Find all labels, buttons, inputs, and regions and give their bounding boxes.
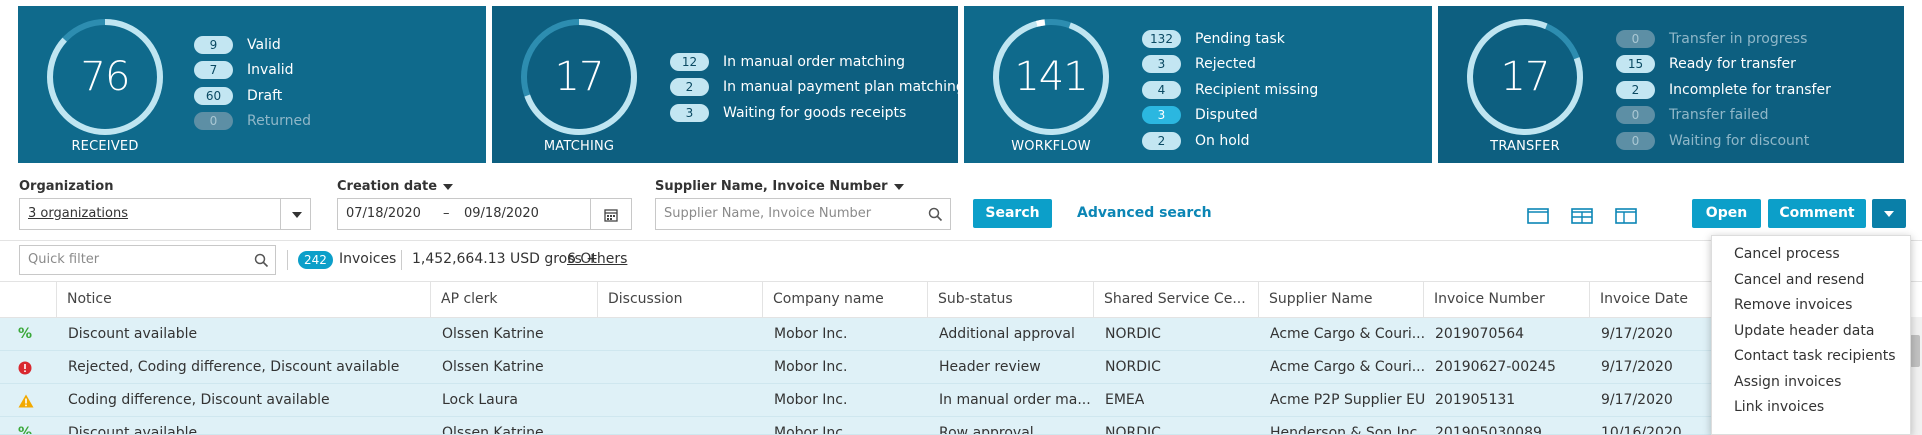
warning-icon <box>18 393 34 409</box>
menu-item-update-header-data[interactable]: Update header data <box>1734 323 1874 339</box>
caret-down-icon <box>443 183 454 190</box>
column-header-icon <box>0 281 57 317</box>
column-header-ap-clerk[interactable]: AP clerk <box>431 281 598 317</box>
stat-pending-task[interactable]: 132 Pending task <box>1142 26 1318 52</box>
error-icon <box>18 360 34 376</box>
column-header-invoice-date[interactable]: Invoice Date <box>1590 281 1730 317</box>
date-range-field[interactable]: 07/18/2020 – 09/18/2020 <box>337 198 632 230</box>
chevron-down-icon[interactable] <box>292 212 302 218</box>
menu-item-contact-task-recipients[interactable]: Contact task recipients <box>1734 348 1896 364</box>
transfer-ring: 17 <box>1466 18 1584 136</box>
percent-icon: % <box>18 326 33 342</box>
received-stats: 9 Valid 7 Invalid 60 Draft 0 Returned <box>194 32 311 134</box>
supplier-search-input[interactable]: Supplier Name, Invoice Number <box>655 198 951 230</box>
search-button[interactable]: Search <box>973 199 1052 228</box>
menu-item-cancel-process[interactable]: Cancel process <box>1734 246 1840 262</box>
transfer-stats: 0 Transfer in progress 15 Ready for transf… <box>1616 26 1831 154</box>
other-currencies-link[interactable]: 6 Others <box>567 251 627 267</box>
kpi-received-tile[interactable]: 76 RECEIVED 9 Valid 7 Invalid 60 Draft 0 Ret… <box>18 6 486 163</box>
stat-draft[interactable]: 60 Draft <box>194 83 311 109</box>
column-header-sub-status[interactable]: Sub-status <box>928 281 1094 317</box>
stat-manual-order-matching[interactable]: 12 In manual order matching <box>670 49 958 75</box>
more-actions-button[interactable] <box>1872 199 1906 228</box>
date-to[interactable]: 09/18/2020 <box>464 199 539 229</box>
stat-transfer-failed[interactable]: 0 Transfer failed <box>1616 103 1831 129</box>
percent-icon: % <box>18 425 33 435</box>
stat-disputed[interactable]: 3 Disputed <box>1142 103 1318 129</box>
column-header-company[interactable]: Company name <box>763 281 928 317</box>
matching-stats: 12 In manual order matching 2 In manual pa… <box>670 49 958 126</box>
kpi-transfer-tile[interactable]: 17 TRANSFER 0 Transfer in progress 15 Read… <box>1438 6 1904 163</box>
calendar-icon[interactable] <box>604 207 618 226</box>
matching-title: MATCHING <box>543 139 615 154</box>
single-pane-layout-icon[interactable] <box>1527 208 1549 228</box>
stat-rejected[interactable]: 3 Rejected <box>1142 52 1318 78</box>
search-icon[interactable] <box>254 253 269 272</box>
supplier-filter-label[interactable]: Supplier Name, Invoice Number <box>655 179 904 194</box>
kpi-workflow-tile[interactable]: 141 WORKFLOW 132 Pending task 3 Rejected 4… <box>964 6 1432 163</box>
workflow-title: WORKFLOW <box>1011 139 1091 154</box>
stat-manual-payment-plan[interactable]: 2 In manual payment plan matching <box>670 75 958 101</box>
received-number: 76 <box>80 54 131 100</box>
column-header-discussion[interactable]: Discussion <box>598 281 763 317</box>
column-header-invoice-number[interactable]: Invoice Number <box>1424 281 1590 317</box>
menu-item-link-invoices[interactable]: Link invoices <box>1734 399 1824 415</box>
table-row[interactable]: % Discount available Olssen Katrine Mobo… <box>0 318 1908 351</box>
transfer-number: 17 <box>1500 54 1551 100</box>
table-row[interactable]: Coding difference, Discount available Lo… <box>0 384 1908 417</box>
menu-item-assign-invoices[interactable]: Assign invoices <box>1734 374 1841 390</box>
table-row[interactable]: % Discount available Olssen Katrine Mobo… <box>0 417 1908 435</box>
creation-date-label[interactable]: Creation date <box>337 179 454 194</box>
stat-valid[interactable]: 9 Valid <box>194 32 311 58</box>
stat-ready-for-transfer[interactable]: 15 Ready for transfer <box>1616 52 1831 78</box>
invoice-count-label: Invoices <box>339 251 397 267</box>
stat-on-hold[interactable]: 2 On hold <box>1142 128 1318 154</box>
organization-value: 3 organizations <box>28 206 129 221</box>
stat-transfer-in-progress[interactable]: 0 Transfer in progress <box>1616 26 1831 52</box>
table-scrollbar-thumb[interactable] <box>1910 335 1920 367</box>
workflow-ring: 141 <box>992 18 1110 136</box>
column-header-supplier[interactable]: Supplier Name <box>1259 281 1424 317</box>
transfer-title: TRANSFER <box>1490 139 1560 154</box>
caret-down-icon <box>893 183 904 190</box>
menu-item-remove-invoices[interactable]: Remove invoices <box>1734 297 1852 313</box>
date-separator: – <box>443 206 450 221</box>
workflow-number: 141 <box>1014 54 1088 100</box>
organization-select[interactable]: 3 organizations <box>19 198 311 230</box>
horizontal-split-layout-icon[interactable] <box>1571 208 1593 228</box>
table-row[interactable]: Rejected, Coding difference, Discount av… <box>0 351 1908 384</box>
chevron-down-icon <box>1884 211 1894 217</box>
quick-filter-input[interactable]: Quick filter <box>19 245 276 275</box>
stat-incomplete-transfer[interactable]: 2 Incomplete for transfer <box>1616 77 1831 103</box>
stat-recipient-missing[interactable]: 4 Recipient missing <box>1142 77 1318 103</box>
column-header-shared-service[interactable]: Shared Service Ce... <box>1094 281 1259 317</box>
comment-button[interactable]: Comment <box>1768 199 1866 228</box>
advanced-search-link[interactable]: Advanced search <box>1077 205 1212 221</box>
matching-number: 17 <box>554 54 605 100</box>
stat-waiting-goods[interactable]: 3 Waiting for goods receipts <box>670 100 958 126</box>
received-title: RECEIVED <box>71 139 139 154</box>
stat-waiting-discount[interactable]: 0 Waiting for discount <box>1616 128 1831 154</box>
received-ring: 76 <box>46 18 164 136</box>
organization-label: Organization <box>19 179 114 194</box>
column-header-notice[interactable]: Notice <box>57 281 431 317</box>
kpi-row: 76 RECEIVED 9 Valid 7 Invalid 60 Draft 0 Ret… <box>18 6 1922 163</box>
date-from[interactable]: 07/18/2020 <box>346 199 421 229</box>
open-button[interactable]: Open <box>1692 199 1761 228</box>
search-icon[interactable] <box>928 207 943 226</box>
stat-returned[interactable]: 0 Returned <box>194 109 311 135</box>
more-actions-menu: Cancel process Cancel and resend Remove … <box>1711 235 1911 435</box>
kpi-matching-tile[interactable]: 17 MATCHING 12 In manual order matching 2… <box>492 6 958 163</box>
vertical-split-layout-icon[interactable] <box>1615 208 1637 228</box>
invoice-count-badge: 242 <box>298 251 333 269</box>
stat-invalid[interactable]: 7 Invalid <box>194 58 311 84</box>
workflow-stats: 132 Pending task 3 Rejected 4 Recipient mis… <box>1142 26 1318 154</box>
menu-item-cancel-and-resend[interactable]: Cancel and resend <box>1734 272 1864 288</box>
matching-ring: 17 <box>520 18 638 136</box>
